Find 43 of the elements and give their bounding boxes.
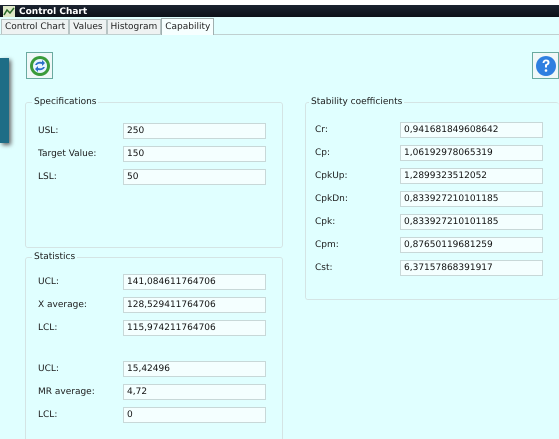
field-label: Cst: [315,262,334,272]
field-label: Cpk: [315,216,336,226]
group-title: Specifications [33,97,98,107]
input-field[interactable]: 141,084611764706 [123,274,266,290]
input-field[interactable]: 1,06192978065319 [400,144,543,160]
field-label: USL: [38,126,60,136]
window-title: Control Chart [19,6,88,16]
field-label: Target Value: [38,148,98,158]
field-label: LCL: [38,322,58,332]
input-field[interactable]: 0,833927210101185 [400,214,543,230]
tab[interactable]: Capability [161,18,214,35]
input-field[interactable]: 0,833927210101185 [400,190,543,206]
input-field[interactable]: 6,37157868391917 [400,260,543,276]
field-label: LSL: [38,172,58,182]
field-label: Cp: [315,148,332,158]
field-label: CpkUp: [315,170,349,180]
input-field[interactable]: 15,42496 [123,360,266,376]
input-field[interactable]: 128,529411764706 [123,296,266,312]
field-label: UCL: [38,276,60,286]
input-field[interactable]: 1,2899323512052 [400,168,543,184]
input-field[interactable]: 0,87650119681259 [400,236,543,252]
refresh-button[interactable] [26,52,53,79]
field-label: MR average: [38,386,96,396]
group-title: Stability coefficients [310,97,404,107]
field-label: Cr: [315,124,329,134]
field-label: Cpm: [315,240,340,250]
field-label: CpkDn: [315,194,349,204]
input-field[interactable]: 0,941681849608642 [400,122,543,138]
input-field[interactable]: 250 [123,122,266,138]
tab[interactable]: Control Chart [1,19,70,34]
input-field[interactable]: 50 [123,168,266,184]
input-field[interactable]: 4,72 [123,384,266,400]
chart-icon [3,6,15,17]
group-title: Statistics [33,252,76,262]
tab[interactable]: Values [69,19,107,34]
field-label: UCL: [38,364,60,374]
input-field[interactable]: 150 [123,146,266,162]
tab[interactable]: Histogram [106,19,162,34]
field-label: X average: [38,300,88,310]
help-button[interactable] [532,52,559,79]
field-label: LCL: [38,410,58,420]
input-field[interactable]: 0 [123,406,266,422]
input-field[interactable]: 115,974211764706 [123,320,266,336]
